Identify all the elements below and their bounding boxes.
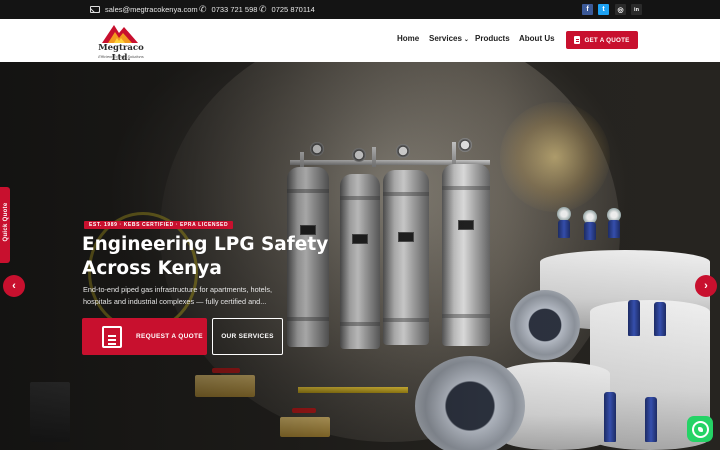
nav-about-us[interactable]: About Us <box>519 34 555 43</box>
document-icon <box>574 36 581 44</box>
prev-slide-arrow-icon[interactable]: ‹ <box>3 275 25 297</box>
logo-tagline: Efficient Energy Solutions <box>98 54 144 59</box>
hero-badge: EST. 1989 · KEBS CERTIFIED · EPRA LICENS… <box>84 221 234 229</box>
request-a-quote-label: REQUEST A QUOTE <box>136 333 203 340</box>
phone-contact-1[interactable]: ✆ 0733 721 598 <box>199 0 257 19</box>
top-bar: sales@megtracokenya.com ✆ 0733 721 598 ✆… <box>0 0 720 19</box>
nav-products[interactable]: Products <box>475 34 510 43</box>
hero-description: End-to-end piped gas infrastructure for … <box>83 285 273 306</box>
email-text[interactable]: sales@megtracokenya.com <box>105 5 198 14</box>
phone-text-1[interactable]: 0733 721 598 <box>212 5 258 14</box>
document-icon <box>102 326 122 348</box>
email-contact[interactable]: sales@megtracokenya.com <box>90 0 198 19</box>
envelope-icon <box>90 6 100 13</box>
get-a-quote-button[interactable]: GET A QUOTE <box>566 31 638 49</box>
request-a-quote-button[interactable]: REQUEST A QUOTE <box>82 318 207 355</box>
logo-name: Megtraco Ltd. <box>98 43 144 63</box>
phone-icon: ✆ <box>259 4 267 14</box>
flame-logo-icon <box>102 25 138 43</box>
nav-home[interactable]: Home <box>397 34 419 43</box>
quick-quote-label: Quick Quote <box>3 202 9 242</box>
instagram-icon[interactable]: ◎ <box>615 4 626 15</box>
logo[interactable]: Megtraco Ltd. Efficient Energy Solutions <box>88 21 154 63</box>
site-header: Megtraco Ltd. Efficient Energy Solutions… <box>0 19 720 63</box>
phone-contact-2[interactable]: ✆ 0725 870114 <box>259 0 315 19</box>
nav-services[interactable]: Services ⌄ <box>429 34 469 43</box>
facebook-icon[interactable]: f <box>582 4 593 15</box>
linkedin-icon[interactable]: in <box>631 4 642 15</box>
phone-icon: ✆ <box>199 4 207 14</box>
next-slide-arrow-icon[interactable]: › <box>695 275 717 297</box>
whatsapp-chat-button[interactable] <box>687 416 713 442</box>
twitter-icon[interactable]: t <box>598 4 609 15</box>
whatsapp-icon <box>691 420 709 438</box>
chevron-down-icon: ⌄ <box>463 37 469 43</box>
phone-text-2[interactable]: 0725 870114 <box>272 5 315 14</box>
hero-title: Engineering LPG Safety Across Kenya <box>82 234 329 279</box>
quick-quote-side-tab[interactable]: Quick Quote <box>0 187 10 263</box>
our-services-button[interactable]: OUR SERVICES <box>212 318 283 355</box>
hero-slider: EST. 1989 · KEBS CERTIFIED · EPRA LICENS… <box>0 62 720 450</box>
nav-services-label: Services <box>429 34 462 43</box>
get-a-quote-label: GET A QUOTE <box>584 36 630 44</box>
